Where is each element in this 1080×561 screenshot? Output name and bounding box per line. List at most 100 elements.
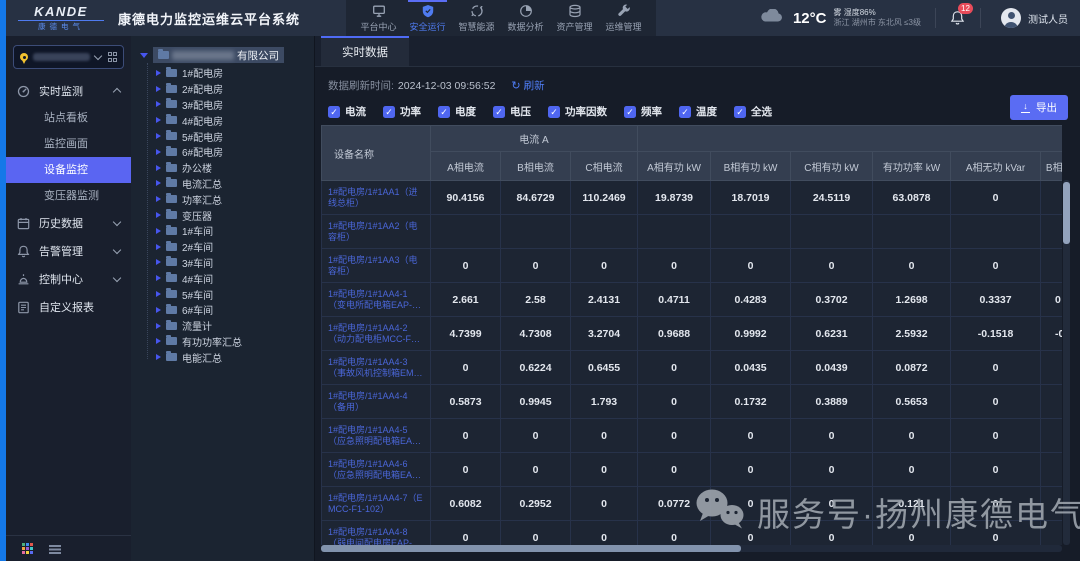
value-cell: 0.3337 bbox=[951, 283, 1041, 317]
device-link[interactable]: 1#配电房/1#1AA4-7（EMCC-F1-102） bbox=[328, 493, 424, 514]
refresh-button[interactable]: 刷新 bbox=[511, 78, 544, 93]
tree-root-node[interactable]: 有限公司 bbox=[131, 46, 314, 64]
top-nav: 平台中心 安全运行 智慧能源 数据分析 资产管理 运维管理 bbox=[346, 0, 656, 36]
tree-node[interactable]: 流量计 bbox=[131, 318, 314, 334]
nav-item-platform-center[interactable]: 平台中心 bbox=[356, 0, 401, 36]
sidebar-subitem[interactable]: 变压器监测 bbox=[6, 183, 131, 209]
nav-item-ops-management[interactable]: 运维管理 bbox=[601, 0, 646, 36]
tree-node[interactable]: 6#配电房 bbox=[131, 144, 314, 160]
user-avatar[interactable] bbox=[1001, 8, 1021, 28]
filter-label: 电度 bbox=[455, 104, 476, 119]
tree-node[interactable]: 1#车间 bbox=[131, 223, 314, 239]
caret-right-icon bbox=[156, 165, 161, 171]
device-link[interactable]: 1#配电房/1#1AA4-3（事故风机控制箱EMCC-F2-105） bbox=[328, 357, 424, 378]
caret-right-icon bbox=[156, 101, 161, 107]
menu-group-history-data[interactable]: 历史数据 bbox=[6, 209, 131, 237]
nav-item-data-analysis[interactable]: 数据分析 bbox=[503, 0, 548, 36]
refresh-time-value: 2024-12-03 09:56:52 bbox=[398, 80, 496, 92]
menu-group-control-center[interactable]: 控制中心 bbox=[6, 265, 131, 293]
device-link[interactable]: 1#配电房/1#1AA4-8（弱电间配电房EAP-F1-103） bbox=[328, 527, 424, 545]
device-link[interactable]: 1#配电房/1#1AA3（电容柜） bbox=[328, 255, 424, 276]
tree-node[interactable]: 6#车间 bbox=[131, 302, 314, 318]
menu-item-custom-report[interactable]: 自定义报表 bbox=[6, 293, 131, 321]
filter-checkbox[interactable]: 电度 bbox=[438, 104, 476, 119]
caret-right-icon bbox=[156, 228, 161, 234]
device-link[interactable]: 1#配电房/1#1AA4-4（备用） bbox=[328, 391, 424, 412]
value-cell: 0 bbox=[501, 419, 571, 453]
list-panel-icon[interactable] bbox=[49, 544, 61, 554]
sidebar-subitem[interactable]: 站点看板 bbox=[6, 105, 131, 131]
value-cell: 0 bbox=[638, 419, 711, 453]
siren-icon bbox=[17, 273, 30, 286]
nav-item-asset-management[interactable]: 资产管理 bbox=[552, 0, 597, 36]
nav-item-smart-energy[interactable]: 智慧能源 bbox=[454, 0, 499, 36]
tree-node[interactable]: 3#配电房 bbox=[131, 97, 314, 113]
filter-label: 功率 bbox=[400, 104, 421, 119]
value-cell bbox=[873, 215, 951, 249]
tree-node-label: 功率汇总 bbox=[182, 192, 222, 207]
menu-group-alarm-management[interactable]: 告警管理 bbox=[6, 237, 131, 265]
tree-node[interactable]: 4#车间 bbox=[131, 270, 314, 286]
device-link[interactable]: 1#配电房/1#1AA4-6（应急照明配电箱EAL-F2-102） bbox=[328, 459, 424, 480]
filter-checkbox[interactable]: 频率 bbox=[624, 104, 662, 119]
sidebar-subitem[interactable]: 设备监控 bbox=[6, 157, 131, 183]
device-link[interactable]: 1#配电房/1#1AA4-5（应急照明配电箱EAL-F2-103） bbox=[328, 425, 424, 446]
chevron-up-icon bbox=[113, 88, 121, 96]
tree-node[interactable]: 有功功率汇总 bbox=[131, 334, 314, 350]
filter-checkbox[interactable]: 功率 bbox=[383, 104, 421, 119]
tree-node[interactable]: 功率汇总 bbox=[131, 191, 314, 207]
color-grid-icon[interactable] bbox=[22, 543, 33, 554]
value-cell: 0 bbox=[571, 521, 638, 546]
tree-node[interactable]: 1#配电房 bbox=[131, 65, 314, 81]
column-header: C相电流 bbox=[571, 152, 638, 181]
tree-node[interactable]: 变压器 bbox=[131, 207, 314, 223]
site-selector-dropdown[interactable] bbox=[13, 45, 124, 69]
tree-node[interactable]: 5#配电房 bbox=[131, 128, 314, 144]
download-icon bbox=[1021, 102, 1030, 113]
value-cell: 0.6231 bbox=[791, 317, 873, 351]
tree-node[interactable]: 办公楼 bbox=[131, 160, 314, 176]
chevron-down-icon bbox=[113, 218, 121, 226]
horizontal-scrollbar-thumb[interactable] bbox=[321, 545, 741, 552]
tree-node[interactable]: 4#配电房 bbox=[131, 112, 314, 128]
filter-checkbox[interactable]: 全选 bbox=[734, 104, 772, 119]
menu-group-label: 控制中心 bbox=[39, 271, 83, 287]
tree-node[interactable]: 2#配电房 bbox=[131, 81, 314, 97]
folder-icon bbox=[166, 227, 177, 235]
tab-realtime-data[interactable]: 实时数据 bbox=[321, 36, 409, 66]
notification-bell-icon[interactable]: 12 bbox=[950, 10, 966, 26]
weather-info: 雾 湿度86% 浙江 湖州市 东北风 ≤3级 bbox=[833, 8, 921, 28]
filter-checkbox[interactable]: 电压 bbox=[493, 104, 531, 119]
calendar-icon bbox=[17, 217, 30, 230]
device-link[interactable]: 1#配电房/1#1AA1（进线总柜） bbox=[328, 187, 424, 208]
vertical-scrollbar-thumb[interactable] bbox=[1063, 182, 1070, 244]
device-link[interactable]: 1#配电房/1#1AA4-2（动力配电柜MCC-F1-101） bbox=[328, 323, 424, 344]
table-row: 1#配电房/1#1AA4-3（事故风机控制箱EMCC-F2-105） 0 0.6… bbox=[322, 351, 1063, 385]
sidebar-subitem[interactable]: 监控画面 bbox=[6, 131, 131, 157]
tree-children: 1#配电房 2#配电房 3#配电房 4#配电房 bbox=[131, 65, 314, 365]
tree-node[interactable]: 电流汇总 bbox=[131, 176, 314, 192]
horizontal-scrollbar[interactable] bbox=[321, 545, 1062, 552]
apps-grid-icon[interactable] bbox=[108, 52, 118, 62]
tree-node[interactable]: 5#车间 bbox=[131, 286, 314, 302]
device-link[interactable]: 1#配电房/1#1AA2（电容柜） bbox=[328, 221, 424, 242]
value-cell bbox=[1041, 385, 1062, 419]
nav-item-safe-operation[interactable]: 安全运行 bbox=[405, 0, 450, 36]
tree-node[interactable]: 3#车间 bbox=[131, 255, 314, 271]
menu-group-realtime-monitoring[interactable]: 实时监测 bbox=[6, 77, 131, 105]
tree-node[interactable]: 电能汇总 bbox=[131, 349, 314, 365]
wrench-icon bbox=[617, 4, 631, 18]
value-cell: 18.7019 bbox=[711, 181, 791, 215]
device-link[interactable]: 1#配电房/1#1AA4-1（变电所配电箱EAP-F1-101） bbox=[328, 289, 424, 310]
filter-checkbox[interactable]: 温度 bbox=[679, 104, 717, 119]
tree-node[interactable]: 2#车间 bbox=[131, 239, 314, 255]
export-button[interactable]: 导出 bbox=[1010, 95, 1068, 120]
realtime-data-table: 设备名称 电流 A A相电流 B相电流 C相电流 A相有功 kW bbox=[321, 125, 1062, 545]
value-cell: 4.7399 bbox=[431, 317, 501, 351]
folder-icon bbox=[166, 100, 177, 108]
value-cell: 0 bbox=[711, 453, 791, 487]
filter-checkbox[interactable]: 功率因数 bbox=[548, 104, 607, 119]
filter-checkbox[interactable]: 电流 bbox=[328, 104, 366, 119]
caret-right-icon bbox=[156, 338, 161, 344]
value-cell: 0.0435 bbox=[711, 351, 791, 385]
